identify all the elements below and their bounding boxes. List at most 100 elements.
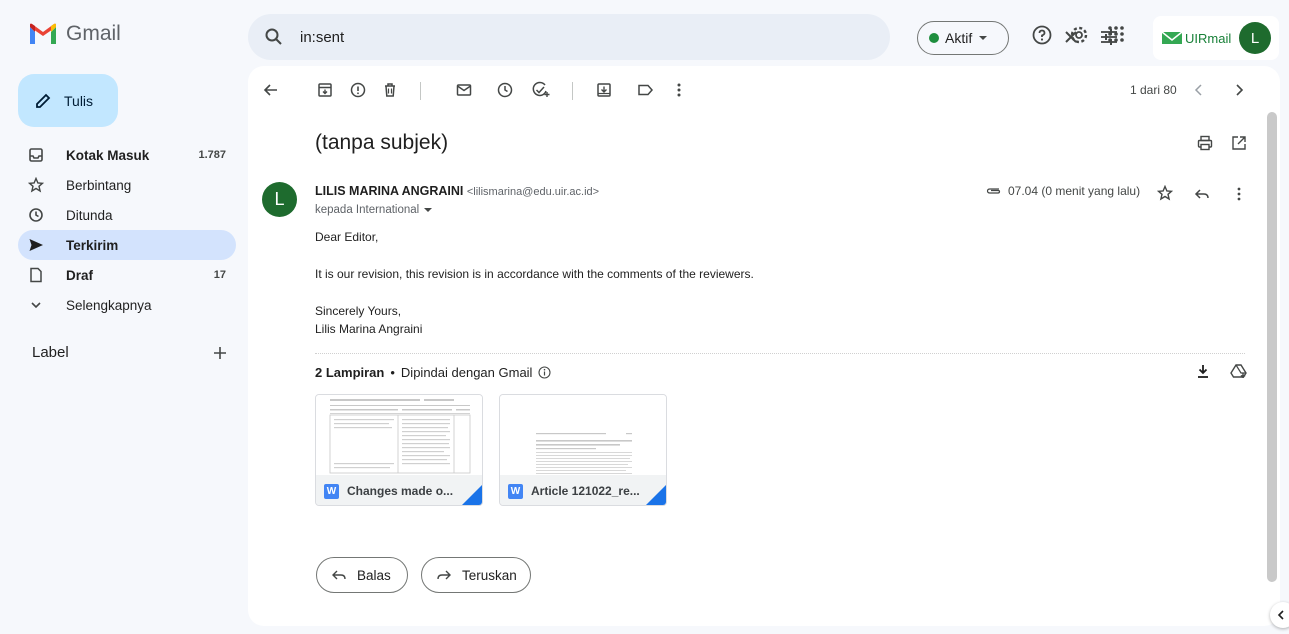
forward-label: Teruskan (462, 567, 517, 583)
star-icon (26, 177, 46, 193)
open-new-window-icon[interactable] (1230, 134, 1248, 152)
message-panel: 1 dari 80 (tanpa subjek) L LILIS MARINA … (248, 66, 1280, 626)
side-panel-toggle[interactable] (1270, 602, 1289, 628)
labels-heading: Label (32, 344, 69, 361)
gmail-m-icon (28, 23, 58, 45)
account-brand: UIRmail (1185, 30, 1232, 46)
move-to-icon[interactable] (595, 81, 613, 99)
attachments-count: 2 Lampiran (315, 365, 385, 380)
inbox-icon (26, 147, 46, 163)
sidebar-item-more[interactable]: Selengkapnya (18, 290, 236, 320)
sender-email: <lilismarina@edu.uir.ac.id> (466, 186, 600, 198)
status-selector[interactable]: Aktif (917, 21, 1009, 55)
status-label: Aktif (945, 30, 973, 46)
chevron-down-icon (978, 34, 988, 42)
delete-icon[interactable] (381, 81, 399, 99)
snooze-clock-icon[interactable] (496, 81, 514, 99)
body-paragraph: It is our revision, this revision is in … (315, 267, 754, 281)
search-bar[interactable]: in:sent (248, 14, 1117, 60)
attachments-divider (315, 353, 1245, 354)
reply-icon[interactable] (1194, 186, 1210, 202)
message-time: 07.04 (0 menit yang lalu) (986, 184, 1140, 198)
uirmail-logo-icon (1161, 30, 1183, 46)
clock-icon (26, 207, 46, 223)
back-arrow-icon[interactable] (262, 81, 280, 99)
attachment-name: Article 121022_re... (531, 484, 640, 498)
reply-label: Balas (357, 567, 391, 583)
word-doc-icon: W (324, 483, 339, 499)
info-icon[interactable] (538, 366, 552, 379)
recipient-line[interactable]: kepada International (315, 204, 433, 216)
sidebar-item-drafts[interactable]: Draf 17 (18, 260, 236, 290)
download-all-icon[interactable] (1195, 363, 1211, 379)
mark-unread-icon[interactable] (455, 81, 473, 99)
chevron-down-icon (26, 298, 46, 312)
draft-count: 17 (213, 269, 226, 281)
search-icon[interactable] (264, 27, 284, 47)
add-label-icon[interactable] (212, 345, 228, 361)
sender-name[interactable]: LILIS MARINA ANGRAINI (315, 184, 463, 198)
reply-button[interactable]: Balas (316, 557, 408, 593)
attachment-footer: W Changes made o... (316, 475, 482, 505)
sender-line: LILIS MARINA ANGRAINI <lilismarina@edu.u… (315, 184, 599, 198)
add-to-drive-icon[interactable] (1230, 363, 1248, 379)
forward-button[interactable]: Teruskan (421, 557, 531, 593)
sidebar-item-snoozed[interactable]: Ditunda (18, 200, 236, 230)
apps-grid-icon[interactable] (1106, 24, 1126, 44)
print-icon[interactable] (1196, 134, 1214, 152)
previous-chevron-icon[interactable] (1190, 81, 1208, 99)
sidebar-item-label: Kotak Masuk (66, 147, 150, 163)
time-text: 07.04 (0 menit yang lalu) (1008, 184, 1141, 198)
sidebar-item-inbox[interactable]: Kotak Masuk 1.787 (18, 140, 236, 170)
attachment-preview (500, 395, 666, 475)
recipient-text: kepada International (315, 204, 420, 216)
scrollbar[interactable] (1267, 112, 1277, 582)
toolbar-divider (420, 82, 421, 100)
word-doc-icon: W (508, 483, 523, 499)
add-task-icon[interactable] (531, 81, 551, 99)
send-icon (26, 237, 46, 253)
compose-label: Tulis (64, 92, 94, 109)
attachment-footer: W Article 121022_re... (500, 475, 666, 505)
body-closing: Sincerely Yours, (315, 304, 402, 318)
attachment-card[interactable]: W Changes made o... (315, 394, 483, 506)
sidebar-item-sent[interactable]: Terkirim (18, 230, 236, 260)
sidebar-item-starred[interactable]: Berbintang (18, 170, 236, 200)
star-icon[interactable] (1157, 185, 1173, 201)
settings-gear-icon[interactable] (1068, 24, 1090, 46)
attachment-clip-icon (986, 186, 1002, 196)
archive-icon[interactable] (316, 81, 334, 99)
gmail-brand: Gmail (66, 22, 121, 45)
next-chevron-icon[interactable] (1230, 81, 1248, 99)
attachment-corner-fold (462, 485, 482, 505)
caret-down-icon (423, 206, 433, 214)
attachment-name: Changes made o... (347, 484, 454, 498)
email-subject: (tanpa subjek) (315, 131, 449, 154)
sidebar-item-label: Berbintang (66, 177, 132, 193)
reply-icon (331, 568, 347, 582)
forward-icon (436, 568, 452, 582)
sidebar-nav: Kotak Masuk 1.787 Berbintang Ditunda Ter… (18, 140, 236, 320)
pagination-text: 1 dari 80 (1130, 83, 1177, 97)
label-icon[interactable] (636, 81, 654, 99)
scan-label: Dipindai dengan Gmail (400, 365, 533, 380)
account-avatar[interactable]: L (1239, 22, 1271, 54)
help-icon[interactable] (1031, 24, 1053, 46)
more-vert-icon[interactable] (1231, 186, 1247, 202)
pencil-icon (34, 92, 52, 110)
sidebar-item-label: Selengkapnya (66, 297, 152, 313)
more-vert-icon[interactable] (670, 81, 688, 99)
attachment-corner-fold (646, 485, 666, 505)
search-input[interactable]: in:sent (300, 29, 344, 46)
sender-avatar[interactable]: L (262, 182, 297, 217)
sidebar-item-label: Draf (66, 267, 94, 283)
toolbar-divider (572, 82, 573, 100)
body-greeting: Dear Editor, (315, 230, 379, 244)
account-switcher[interactable]: UIRmail L (1153, 16, 1279, 60)
report-spam-icon[interactable] (349, 81, 367, 99)
attachment-card[interactable]: W Article 121022_re... (499, 394, 667, 506)
gmail-logo[interactable]: Gmail (28, 22, 121, 46)
sidebar-item-label: Ditunda (66, 207, 113, 223)
attachment-preview (316, 395, 482, 475)
compose-button[interactable]: Tulis (18, 74, 118, 127)
